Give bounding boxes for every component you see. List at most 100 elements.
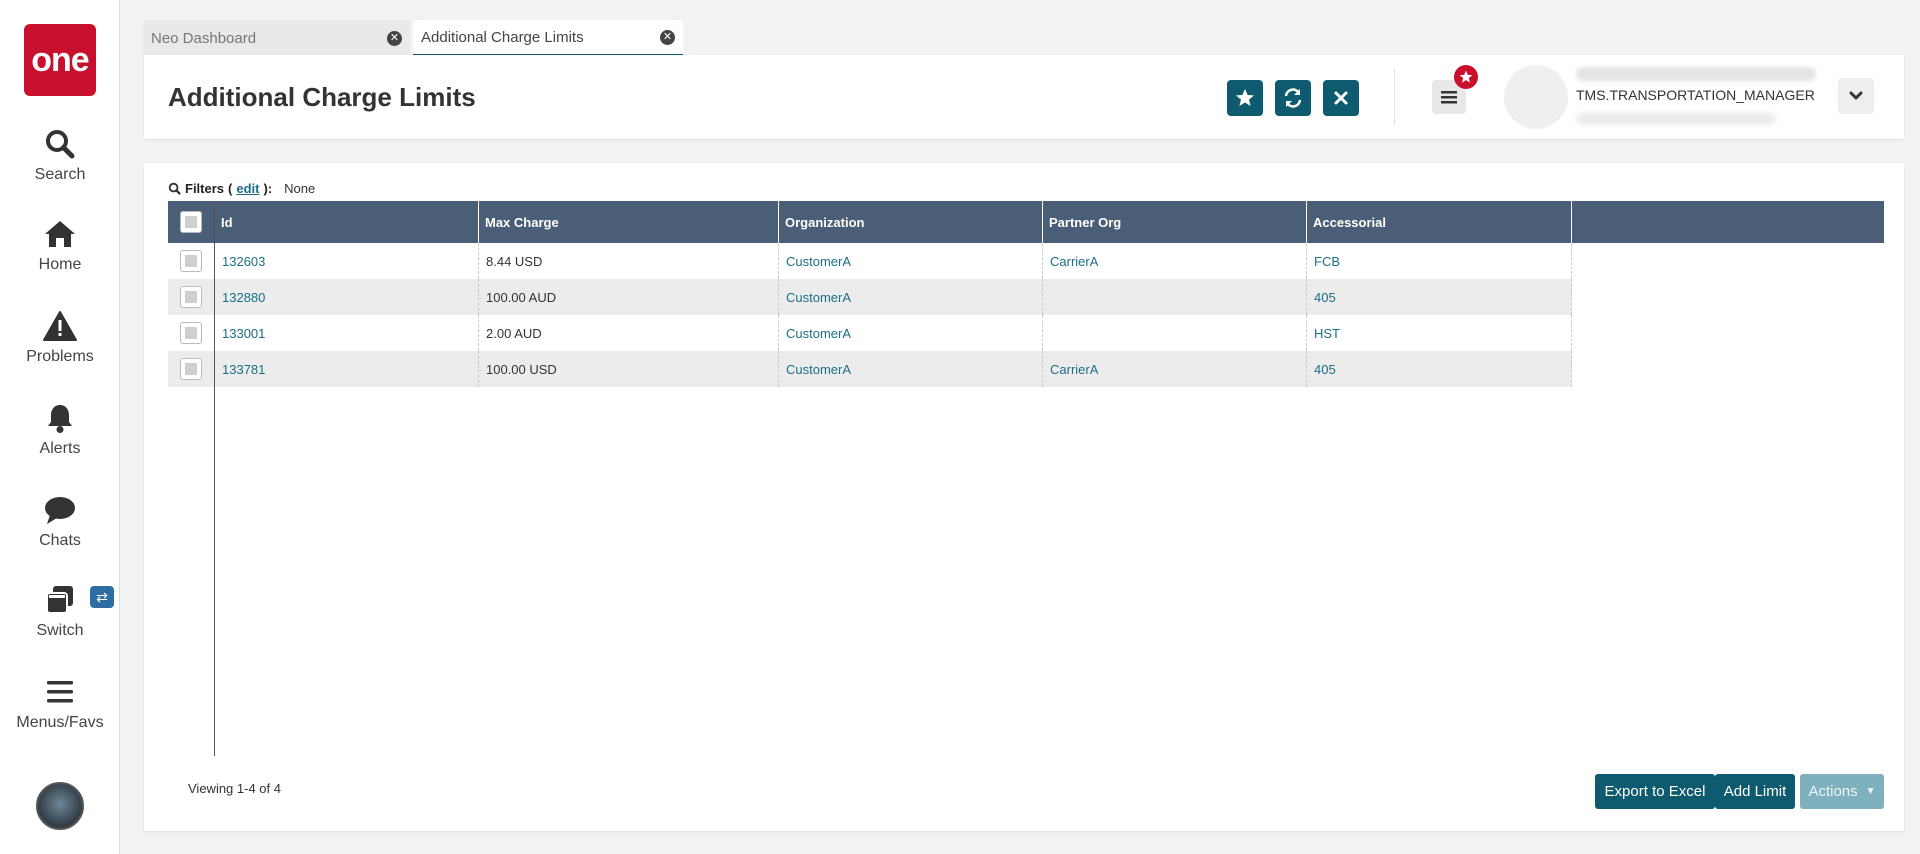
table-row[interactable]: 132603 8.44 USD CustomerA CarrierA FCB	[168, 243, 1572, 279]
user-org-redacted	[1576, 113, 1776, 125]
user-menu-button[interactable]	[1838, 78, 1874, 114]
warning-icon	[43, 311, 77, 341]
search-icon	[46, 130, 75, 159]
frozen-column-divider	[214, 201, 215, 756]
cell-id[interactable]: 133001	[215, 315, 479, 351]
page-title: Additional Charge Limits	[168, 82, 476, 112]
sidebar-item-alerts[interactable]: Alerts	[0, 402, 120, 458]
column-header-accessorial[interactable]: Accessorial	[1307, 201, 1572, 243]
cell-accessorial[interactable]: 405	[1307, 351, 1572, 387]
favorite-button[interactable]	[1227, 80, 1263, 116]
id-link[interactable]: 133001	[222, 326, 265, 341]
header-select-all[interactable]	[168, 201, 215, 243]
column-header-organization[interactable]: Organization	[779, 201, 1043, 243]
refresh-button[interactable]	[1275, 80, 1311, 116]
switch-arrows-icon[interactable]: ⇄	[90, 586, 114, 608]
sidebar-item-label: Home	[38, 256, 82, 273]
sidebar-item-search[interactable]: Search	[0, 128, 120, 184]
id-link[interactable]: 132880	[222, 290, 265, 305]
user-profile-avatar[interactable]	[1504, 65, 1568, 129]
row-checkbox[interactable]	[180, 250, 202, 272]
table-row[interactable]: 133001 2.00 AUD CustomerA HST	[168, 315, 1572, 351]
sidebar-item-chats[interactable]: Chats	[0, 494, 120, 550]
add-limit-button[interactable]: Add Limit	[1715, 774, 1795, 809]
organization-link[interactable]: CustomerA	[786, 362, 851, 377]
column-header-partner-org[interactable]: Partner Org	[1043, 201, 1307, 243]
chevron-down-icon	[1849, 91, 1863, 100]
sidebar-item-home[interactable]: Home	[0, 218, 120, 274]
tab-neo-dashboard[interactable]: Neo Dashboard ✕	[143, 20, 410, 56]
row-checkbox[interactable]	[180, 286, 202, 308]
home-icon	[45, 221, 75, 247]
cell-organization[interactable]: CustomerA	[779, 243, 1043, 279]
organization-link[interactable]: CustomerA	[786, 254, 851, 269]
tab-label: Neo Dashboard	[151, 29, 257, 47]
column-header-id[interactable]: Id	[215, 201, 479, 243]
accessorial-link[interactable]: HST	[1314, 326, 1340, 341]
sidebar-item-label: Chats	[39, 532, 81, 549]
id-link[interactable]: 132603	[222, 254, 265, 269]
select-all-checkbox[interactable]	[180, 211, 202, 233]
cell-accessorial[interactable]: 405	[1307, 279, 1572, 315]
accessorial-link[interactable]: 405	[1314, 290, 1336, 305]
actions-button[interactable]: Actions ▼	[1800, 774, 1884, 809]
cell-partner-org[interactable]: CarrierA	[1043, 351, 1307, 387]
filters-label: Filters	[185, 181, 225, 196]
cell-accessorial[interactable]: FCB	[1307, 243, 1572, 279]
switch-icon	[46, 586, 73, 614]
sidebar-item-label: Search	[34, 166, 86, 183]
cell-id[interactable]: 133781	[215, 351, 479, 387]
cell-accessorial[interactable]: HST	[1307, 315, 1572, 351]
table-row[interactable]: 132880 100.00 AUD CustomerA 405	[168, 279, 1572, 315]
id-link[interactable]: 133781	[222, 362, 265, 377]
sidebar-item-menus-favs[interactable]: Menus/Favs	[0, 676, 120, 732]
column-header-max-charge[interactable]: Max Charge	[479, 201, 779, 243]
sidebar-item-label: Problems	[26, 348, 94, 365]
export-to-excel-button[interactable]: Export to Excel	[1595, 774, 1715, 809]
filters-edit-link[interactable]: edit	[236, 181, 259, 196]
organization-link[interactable]: CustomerA	[786, 290, 851, 305]
cell-id[interactable]: 132603	[215, 243, 479, 279]
cell-organization[interactable]: CustomerA	[779, 351, 1043, 387]
pagination-summary: Viewing 1-4 of 4	[188, 781, 281, 796]
filters-bar: Filters(edit): None	[168, 181, 315, 196]
grid-header: Id Max Charge Organization Partner Org A…	[168, 201, 1884, 243]
table-row[interactable]: 133781 100.00 USD CustomerA CarrierA 405	[168, 351, 1572, 387]
star-icon	[1459, 70, 1473, 83]
row-checkbox[interactable]	[180, 322, 202, 344]
tab-additional-charge-limits[interactable]: Additional Charge Limits ✕	[413, 20, 683, 56]
search-icon	[168, 182, 181, 195]
cell-max-charge: 8.44 USD	[479, 243, 779, 279]
user-avatar[interactable]	[36, 782, 84, 830]
cell-partner-org[interactable]	[1043, 315, 1307, 351]
sidebar-item-label: Alerts	[39, 440, 81, 457]
partner-org-link[interactable]: CarrierA	[1050, 362, 1098, 377]
cell-partner-org[interactable]	[1043, 279, 1307, 315]
caret-down-icon: ▼	[1865, 786, 1876, 797]
partner-org-link[interactable]: CarrierA	[1050, 254, 1098, 269]
close-icon[interactable]: ✕	[660, 29, 675, 45]
close-icon	[1334, 91, 1348, 105]
cell-partner-org[interactable]: CarrierA	[1043, 243, 1307, 279]
cell-organization[interactable]: CustomerA	[779, 279, 1043, 315]
sidebar-item-problems[interactable]: Problems	[0, 310, 120, 366]
close-page-button[interactable]	[1323, 80, 1359, 116]
sidebar-item-label: Menus/Favs	[16, 714, 104, 731]
cell-organization[interactable]: CustomerA	[779, 315, 1043, 351]
divider	[1394, 69, 1395, 125]
logo[interactable]: one	[24, 24, 96, 96]
cell-id[interactable]: 132880	[215, 279, 479, 315]
accessorial-link[interactable]: 405	[1314, 362, 1336, 377]
cell-max-charge: 100.00 AUD	[479, 279, 779, 315]
cell-max-charge: 2.00 AUD	[479, 315, 779, 351]
accessorial-link[interactable]: FCB	[1314, 254, 1340, 269]
close-icon[interactable]: ✕	[387, 30, 402, 46]
cell-max-charge: 100.00 USD	[479, 351, 779, 387]
star-icon	[1236, 89, 1254, 106]
organization-link[interactable]: CustomerA	[786, 326, 851, 341]
chat-icon	[45, 497, 75, 524]
row-checkbox[interactable]	[180, 358, 202, 380]
page-header: Additional Charge Limits TMS.TRANSPORTAT…	[144, 55, 1904, 139]
user-name-redacted	[1576, 67, 1816, 81]
favorites-badge[interactable]	[1454, 65, 1478, 89]
